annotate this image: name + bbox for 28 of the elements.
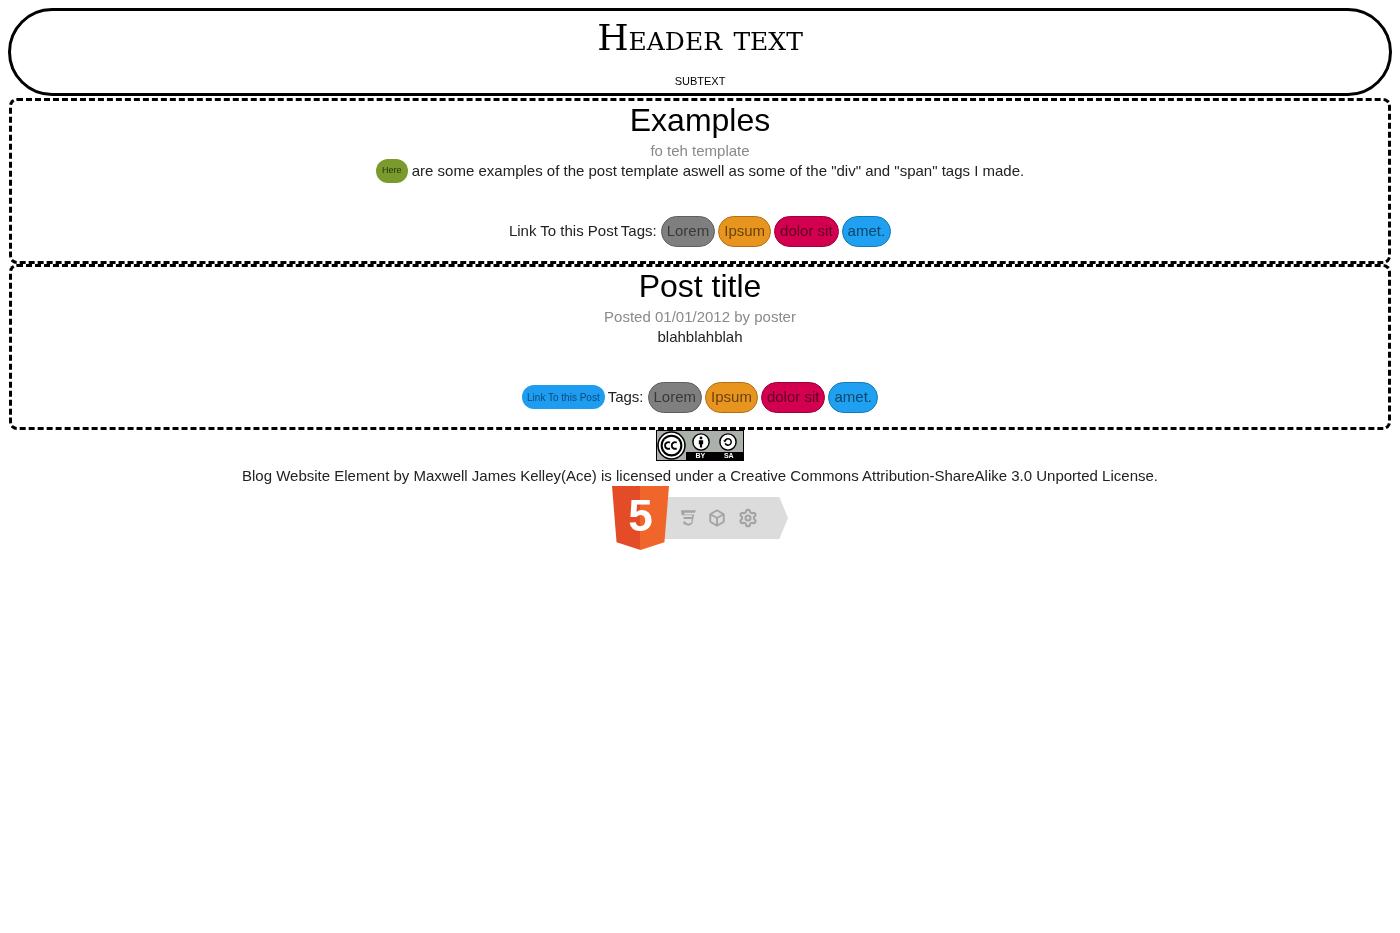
settings-icon	[738, 508, 758, 528]
cube-icon	[708, 509, 726, 527]
tag-link[interactable]: amet.	[828, 381, 878, 413]
post-meta: fo teh template	[650, 141, 750, 161]
tag-link[interactable]: amet.	[841, 215, 892, 247]
tag-link[interactable]: Lorem	[647, 381, 703, 413]
header-title: Header text	[597, 17, 803, 59]
post-title: Examples	[629, 102, 771, 138]
tags-label: Tags:	[620, 220, 657, 241]
tag-link[interactable]: dolor sit	[774, 215, 839, 247]
person-circle-icon	[692, 432, 711, 451]
shield-stripes-icon	[681, 510, 696, 526]
post-link-button[interactable]: Link To this Post	[522, 385, 605, 409]
post-title: Post title	[638, 268, 762, 304]
post-link[interactable]: Link To this Post	[508, 221, 618, 241]
header-subtitle: subtext	[674, 71, 726, 89]
license-text: Blog Website Element by Maxwell James Kelley(Ace) is licensed under a Creative Commons Attribution-ShareAlike 3.0 Unported License.	[242, 467, 1158, 485]
tag-link[interactable]: Lorem	[660, 215, 716, 247]
tag-link[interactable]: dolor sit	[760, 381, 826, 413]
post-meta: Posted 01/01/2012 by poster	[604, 307, 796, 327]
post-body-text: blahblahblah	[657, 327, 743, 347]
post-body-text: are some examples of the post template aswell as some of the "div" and "span" tags I made.	[411, 161, 1025, 181]
here-link-button[interactable]: Here	[375, 159, 408, 183]
shield-logo: 5	[612, 486, 669, 550]
tag-link[interactable]: Ipsum	[705, 381, 758, 413]
tag-link[interactable]: Ipsum	[718, 215, 772, 247]
tags-label: Tags:	[607, 386, 644, 407]
share-alike-icon	[718, 432, 737, 451]
